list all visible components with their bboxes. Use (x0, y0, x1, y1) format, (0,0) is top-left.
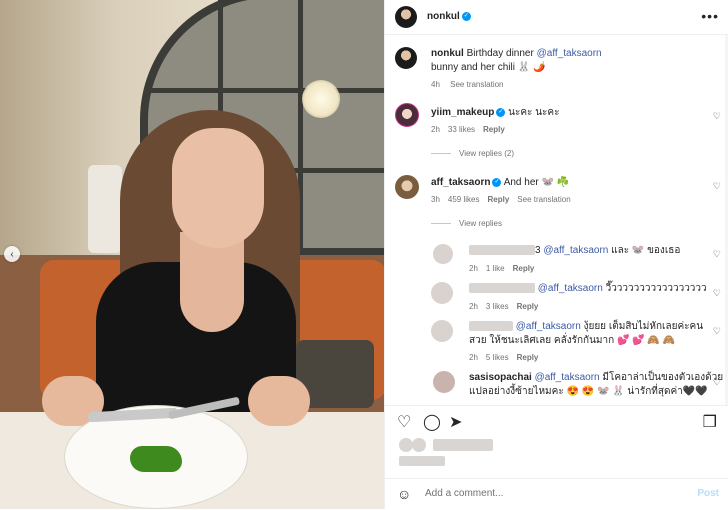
post-details-panel: nonkul ✓ ••• nonkul Birthday dinner @aff_… (384, 0, 728, 509)
chili (130, 446, 182, 472)
avatar[interactable] (395, 103, 419, 127)
reply-button[interactable]: Reply (487, 195, 509, 204)
reply-button[interactable]: Reply (517, 302, 539, 311)
view-replies-button[interactable]: View replies (2) (431, 149, 514, 158)
share-icon[interactable]: ➤ (449, 412, 462, 432)
see-translation-link[interactable]: See translation (517, 195, 570, 204)
avatar[interactable] (395, 175, 419, 199)
avatar[interactable] (433, 244, 453, 264)
reply-button[interactable]: Reply (483, 125, 505, 134)
reply-button[interactable]: Reply (513, 264, 535, 273)
like-comment-heart-icon[interactable]: ♡ (713, 288, 721, 299)
action-bar: ♡ ◯ ➤ ❒ (385, 405, 728, 436)
bookmark-icon[interactable]: ❒ (703, 412, 717, 432)
like-comment-heart-icon[interactable]: ♡ (713, 377, 721, 388)
like-comment-heart-icon[interactable]: ♡ (713, 326, 721, 337)
see-translation-link[interactable]: See translation (450, 80, 503, 89)
author-username[interactable]: nonkul (427, 11, 460, 22)
avatar[interactable] (431, 282, 453, 304)
person (172, 128, 264, 248)
avatar[interactable] (433, 371, 455, 393)
post-header: nonkul ✓ ••• (385, 0, 728, 35)
comment-input[interactable] (423, 487, 667, 500)
add-comment-bar: ☺ Post (385, 478, 728, 510)
like-comment-heart-icon[interactable]: ♡ (713, 249, 721, 260)
heart-icon[interactable]: ♡ (397, 412, 411, 432)
comments-list[interactable]: nonkul Birthday dinner @aff_taksaorn bun… (385, 35, 728, 405)
verified-icon: ✓ (461, 11, 471, 21)
verified-icon: ✓ (492, 177, 502, 187)
avatar[interactable] (431, 320, 453, 342)
avatar[interactable] (395, 6, 417, 28)
liked-by-summary[interactable] (399, 438, 493, 467)
more-options-icon[interactable]: ••• (701, 8, 719, 24)
avatar[interactable] (395, 47, 417, 69)
like-comment-heart-icon[interactable]: ♡ (713, 181, 721, 192)
like-comment-heart-icon[interactable]: ♡ (713, 111, 721, 122)
reply-button[interactable]: Reply (517, 353, 539, 362)
post-photo[interactable]: ‹ (0, 0, 384, 509)
chevron-left-icon[interactable]: ‹ (4, 246, 20, 262)
post-button[interactable]: Post (697, 488, 719, 499)
verified-icon: ✓ (496, 107, 506, 117)
emoji-icon[interactable]: ☺ (397, 486, 411, 502)
lamp (302, 80, 340, 118)
view-replies-button[interactable]: View replies (431, 219, 502, 228)
instagram-post-modal: ‹ nonkul ✓ ••• nonkul Birthday dinner @af… (0, 0, 728, 509)
comment-icon[interactable]: ◯ (423, 412, 441, 432)
